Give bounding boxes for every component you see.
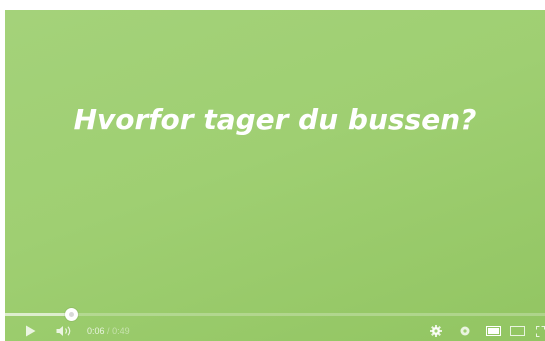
progress-played	[5, 313, 71, 316]
fullscreen-icon	[535, 325, 545, 337]
play-button[interactable]	[23, 323, 37, 339]
fullscreen-button[interactable]	[535, 323, 545, 339]
default-view-icon	[485, 326, 501, 336]
settings-button[interactable]	[429, 323, 443, 339]
volume-icon	[56, 326, 70, 336]
video-player[interactable]: Hvorfor tager du bussen? 0:06 / 0:49	[5, 10, 545, 341]
video-title-text: Hvorfor tager du bussen?	[73, 103, 477, 136]
default-view-button[interactable]	[485, 323, 501, 339]
large-player-icon	[509, 326, 525, 336]
annotations-icon	[460, 326, 470, 336]
current-time: 0:06	[87, 326, 105, 336]
player-controls-bar: 0:06 / 0:49	[5, 308, 545, 341]
scrubber-handle[interactable]	[64, 308, 78, 321]
progress-bar[interactable]	[5, 308, 545, 321]
duration-time: 0:49	[112, 326, 130, 336]
annotations-button[interactable]	[459, 323, 471, 339]
play-icon	[25, 325, 35, 337]
large-player-button[interactable]	[509, 323, 525, 339]
controls-row: 0:06 / 0:49	[5, 321, 545, 341]
time-separator: /	[107, 326, 110, 336]
time-display: 0:06 / 0:49	[87, 326, 130, 336]
volume-button[interactable]	[55, 323, 73, 339]
gear-icon	[430, 325, 442, 337]
